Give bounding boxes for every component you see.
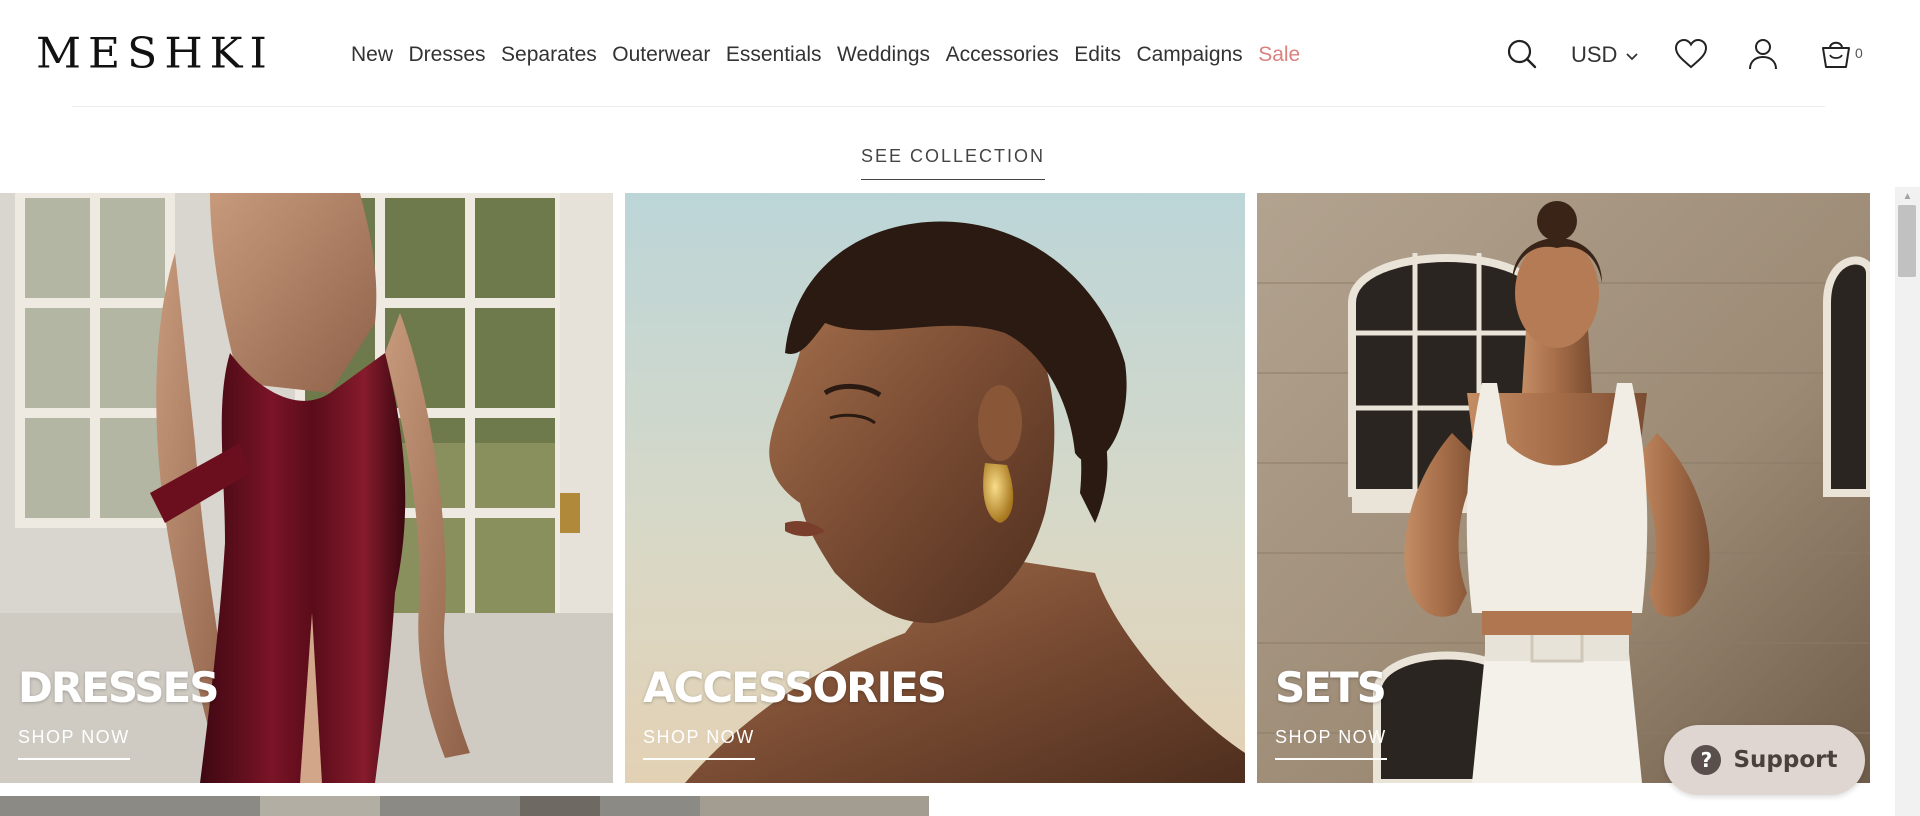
currency-label: USD: [1571, 42, 1618, 67]
next-row-art: [0, 796, 929, 816]
nav-item-sale[interactable]: Sale: [1258, 40, 1300, 70]
page-scrollbar[interactable]: [1895, 187, 1920, 816]
category-tile-accessories[interactable]: ACCESSORIES SHOP NOW: [625, 193, 1245, 783]
header-divider: [72, 106, 1825, 107]
cart-icon[interactable]: [1820, 36, 1852, 75]
site-header: MESHKI New Dresses Separates Outerwear E…: [0, 0, 1895, 108]
user-icon[interactable]: [1748, 37, 1778, 76]
tile-title: SETS: [1275, 663, 1387, 712]
nav-item-new[interactable]: New: [351, 40, 393, 70]
scroll-up-arrow-icon[interactable]: ▲: [1895, 190, 1920, 204]
currency-selector[interactable]: USD: [1571, 40, 1639, 70]
cart-count-badge: 0: [1855, 45, 1863, 61]
nav-item-dresses[interactable]: Dresses: [409, 40, 486, 70]
category-tile-sets[interactable]: SETS SHOP NOW: [1257, 193, 1870, 783]
nav-item-essentials[interactable]: Essentials: [726, 40, 822, 70]
shop-now-link[interactable]: SHOP NOW: [18, 724, 130, 760]
shop-now-link[interactable]: SHOP NOW: [643, 724, 755, 760]
next-row-image[interactable]: [0, 796, 929, 816]
tile-title: DRESSES: [18, 663, 219, 712]
shop-now-link[interactable]: SHOP NOW: [1275, 724, 1387, 760]
nav-item-edits[interactable]: Edits: [1074, 40, 1121, 70]
nav-item-accessories[interactable]: Accessories: [946, 40, 1059, 70]
nav-item-outerwear[interactable]: Outerwear: [612, 40, 710, 70]
search-icon[interactable]: [1506, 38, 1538, 75]
main-nav: New Dresses Separates Outerwear Essentia…: [351, 40, 1300, 70]
scrollbar-thumb[interactable]: [1898, 205, 1916, 277]
chevron-down-icon: [1625, 40, 1639, 70]
see-collection-link[interactable]: SEE COLLECTION: [861, 143, 1046, 180]
tile-title: ACCESSORIES: [643, 663, 947, 712]
support-label: Support: [1733, 747, 1838, 773]
question-icon: ?: [1691, 745, 1722, 775]
nav-item-weddings[interactable]: Weddings: [837, 40, 930, 70]
support-button[interactable]: ? Support: [1664, 725, 1865, 795]
logo[interactable]: MESHKI: [36, 29, 274, 78]
nav-item-separates[interactable]: Separates: [501, 40, 597, 70]
nav-item-campaigns[interactable]: Campaigns: [1136, 40, 1242, 70]
category-tile-dresses[interactable]: DRESSES SHOP NOW: [0, 193, 613, 783]
heart-icon[interactable]: [1674, 38, 1708, 75]
